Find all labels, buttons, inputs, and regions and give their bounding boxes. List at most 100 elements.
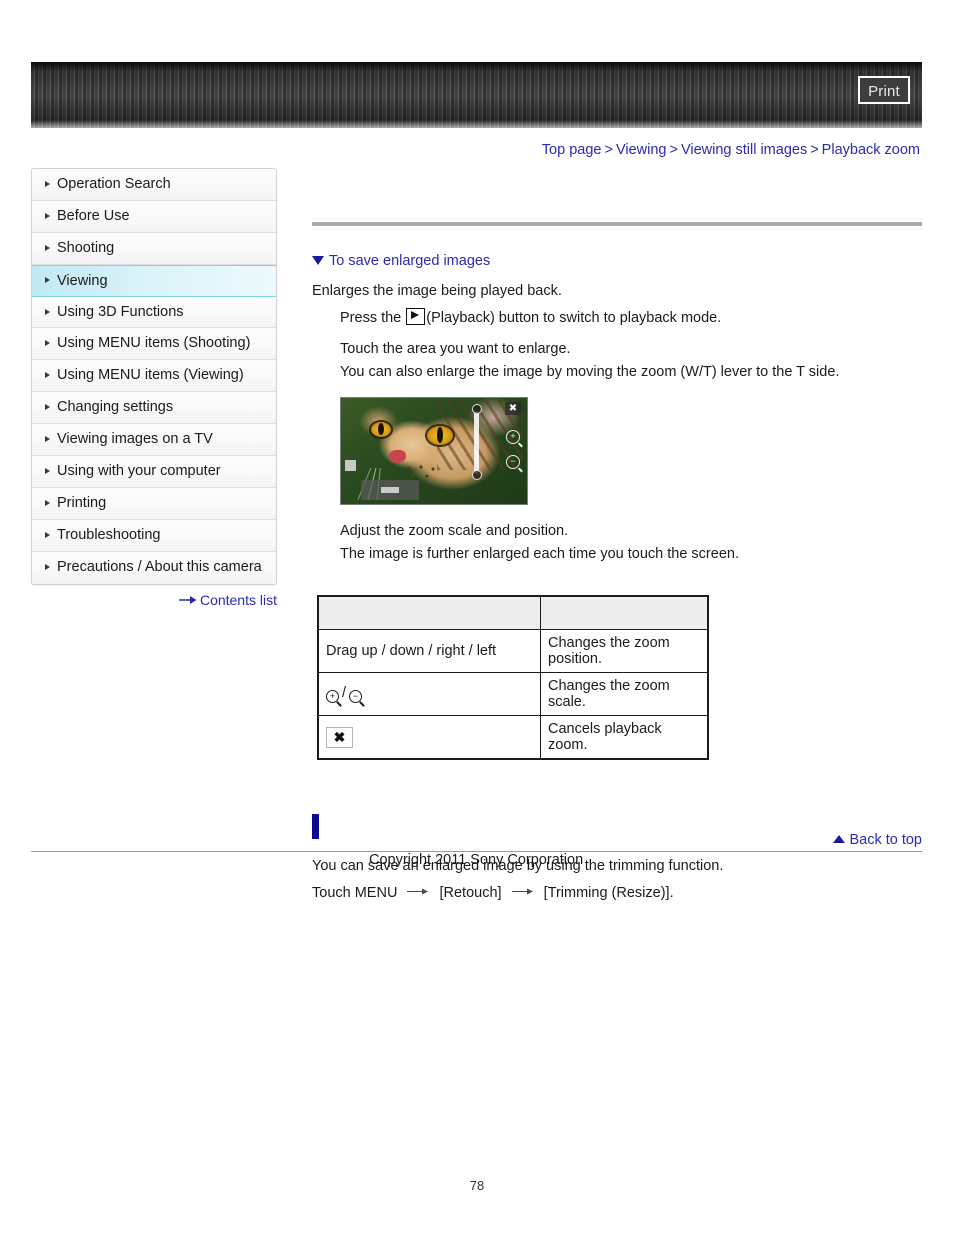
triangle-right-icon	[45, 372, 50, 379]
operations-table: Drag up / down / right / left Changes th…	[317, 594, 709, 760]
triangle-right-icon	[45, 244, 50, 251]
step-1: Press the (Playback) button to switch to…	[340, 308, 922, 329]
triangle-right-icon	[45, 340, 50, 347]
table-header-operation	[317, 595, 541, 630]
triangle-right-icon	[45, 564, 50, 571]
sidebar-item-using-menu-items-shooting[interactable]: Using MENU items (Shooting)	[32, 328, 276, 361]
sidebar-item-before-use[interactable]: Before Use	[32, 200, 276, 233]
back-to-top-link[interactable]: Back to top	[312, 832, 922, 848]
sidebar-item-shooting[interactable]: Shooting	[32, 232, 276, 265]
sidebar-item-label: Using MENU items (Viewing)	[57, 367, 244, 384]
sidebar-item-label: Using 3D Functions	[57, 303, 184, 320]
osd-left-icon	[345, 459, 356, 471]
copyright-text: Copyright 2011 Sony Corporation	[369, 852, 584, 868]
sidebar-item-using-3d-functions[interactable]: Using 3D Functions	[32, 296, 276, 329]
step-3-line-2: The image is further enlarged each time …	[340, 546, 739, 562]
breadcrumb-separator: >	[810, 142, 819, 158]
arrow-right-icon	[178, 592, 197, 608]
sidebar-item-viewing[interactable]: Viewing	[32, 264, 276, 297]
breadcrumb-separator: >	[669, 142, 678, 158]
triangle-right-icon	[45, 404, 50, 411]
breadcrumb-item-playback-zoom[interactable]: Playback zoom	[822, 142, 920, 158]
triangle-right-icon	[45, 436, 50, 443]
sidebar-nav: Operation Search Before Use Shooting Vie…	[31, 168, 277, 585]
zoom-out-icon: −	[349, 689, 363, 703]
sidebar-item-precautions-about-this-camera[interactable]: Precautions / About this camera	[32, 551, 276, 584]
to-save-enlarged-images-link[interactable]: To save enlarged images	[312, 253, 922, 269]
sidebar-item-label: Operation Search	[57, 176, 171, 192]
breadcrumb-item-viewing-still-images[interactable]: Viewing still images	[681, 142, 807, 158]
triangle-right-icon	[45, 467, 50, 474]
sidebar-item-label: Before Use	[57, 207, 130, 224]
step-1-text-pre: Press the	[340, 310, 402, 326]
sidebar-item-label: Changing settings	[57, 399, 174, 416]
table-cell-description: Cancels playback zoom.	[540, 714, 709, 759]
sidebar-item-label: Precautions / About this camera	[57, 558, 262, 575]
table-cell-description: Changes the zoom scale.	[540, 671, 709, 716]
osd-bottom-bar	[361, 479, 419, 500]
close-icon: ✖	[326, 726, 353, 748]
osd-zoom-out-icon: −	[506, 454, 520, 469]
sidebar-item-label: Using MENU items (Shooting)	[57, 335, 251, 352]
triangle-right-icon	[45, 531, 50, 538]
title-divider	[312, 222, 922, 226]
section-line-2-post: [Trimming (Resize)].	[543, 884, 674, 901]
section-line-2-mid: [Retouch]	[439, 884, 502, 901]
sidebar-item-label: Printing	[57, 494, 107, 511]
sidebar-item-viewing-images-on-a-tv[interactable]: Viewing images on a TV	[32, 424, 276, 457]
table-cell-operation: Drag up / down / right / left	[317, 628, 541, 673]
triangle-right-icon	[45, 308, 50, 315]
cat-eye-right	[427, 425, 453, 445]
sidebar-item-label: Viewing	[57, 272, 108, 289]
cat-eye-left	[371, 421, 391, 437]
triangle-right-icon	[45, 499, 50, 506]
table-row: Drag up / down / right / left Changes th…	[317, 628, 709, 673]
step-1-text-post: (Playback) button to switch to playback …	[426, 310, 722, 326]
table-header-description	[540, 595, 709, 630]
back-to-top-label: Back to top	[849, 832, 922, 848]
triangle-right-icon	[45, 212, 50, 219]
sidebar-item-printing[interactable]: Printing	[32, 487, 276, 520]
header-banner: Print	[31, 62, 922, 128]
table-cell-operation-zoom-icons: + / −	[317, 671, 541, 716]
osd-zoom-slider	[471, 403, 482, 480]
print-button[interactable]: Print	[858, 76, 910, 104]
breadcrumb-separator: >	[604, 142, 613, 158]
section-line-2-pre: Touch MENU	[312, 884, 398, 901]
page-title	[312, 168, 922, 206]
breadcrumb: Top page > Viewing > Viewing still images > Pl…	[542, 142, 920, 158]
step-3-line-1: Adjust the zoom scale and position.	[340, 522, 569, 539]
table-cell-description: Changes the zoom position.	[540, 628, 709, 673]
table-cell-operation-close-icon: ✖	[317, 714, 541, 759]
triangle-up-icon	[833, 835, 846, 844]
sidebar-item-troubleshooting[interactable]: Troubleshooting	[32, 519, 276, 552]
breadcrumb-item-viewing[interactable]: Viewing	[616, 142, 667, 158]
sidebar-item-using-with-your-computer[interactable]: Using with your computer	[32, 456, 276, 488]
table-header-row	[317, 595, 709, 630]
icon-separator: /	[342, 684, 347, 701]
triangle-right-icon	[45, 180, 50, 187]
zoom-in-icon: +	[326, 689, 339, 703]
triangle-down-icon	[312, 255, 324, 265]
triangle-right-icon	[45, 277, 50, 284]
sidebar-item-changing-settings[interactable]: Changing settings	[32, 392, 276, 425]
anchor-link-label: To save enlarged images	[329, 253, 491, 269]
sidebar-item-label: Using with your computer	[57, 463, 221, 480]
intro-text: Enlarges the image being played back.	[312, 283, 562, 299]
table-row: ✖ Cancels playback zoom.	[317, 714, 709, 759]
sidebar-item-label: Troubleshooting	[57, 526, 161, 543]
sidebar-item-using-menu-items-viewing[interactable]: Using MENU items (Viewing)	[32, 360, 276, 393]
osd-zoom-in-icon: +	[506, 429, 520, 444]
step-2-line-2: You can also enlarge the image by moving…	[340, 364, 840, 380]
contents-list-link[interactable]: Contents list	[31, 592, 277, 609]
osd-close-icon: ✖	[505, 401, 521, 415]
play-icon	[406, 308, 426, 325]
camera-screen-figure: ✖ + −	[340, 396, 528, 505]
arrow-right-icon	[407, 882, 429, 902]
section-line-2: Touch MENU [Retouch] [Trimming (Resize)]…	[312, 883, 922, 903]
contents-list-label: Contents list	[199, 592, 277, 608]
breadcrumb-item-top-page[interactable]: Top page	[542, 142, 602, 158]
main-content: To save enlarged images Enlarges the ima…	[312, 168, 922, 910]
sidebar-item-operation-search[interactable]: Operation Search	[32, 169, 276, 201]
sidebar-item-label: Viewing images on a TV	[57, 431, 213, 448]
